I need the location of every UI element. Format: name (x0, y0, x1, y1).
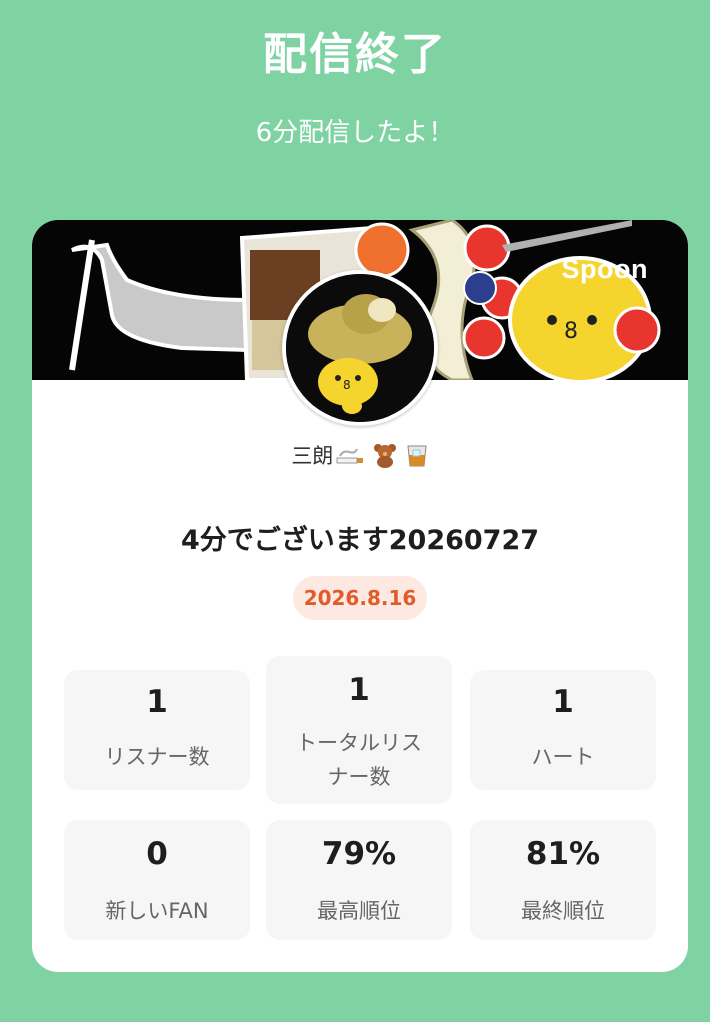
stat-label: 最終順位 (521, 899, 605, 923)
stat-value: 0 (146, 836, 168, 872)
whiskey-glass-icon (407, 445, 427, 466)
stat-new-fans: 0 新しいFAN (64, 820, 250, 940)
live-summary-card: 8 Spoon 8 三朗 4分でございます20260727 2026.8.16 … (32, 220, 688, 972)
dj-name: 三朗 (32, 440, 688, 473)
stat-value: 1 (552, 684, 574, 720)
page-title: 配信終了 (263, 29, 447, 80)
stat-hearts: 1 ハート (470, 670, 656, 790)
stat-label: 新しいFAN (105, 899, 209, 923)
cigarette-icon (336, 448, 364, 463)
stat-label: トータルリス ナー数 (296, 731, 422, 789)
avatar-image: 8 (286, 274, 434, 422)
live-title: 4分でございます20260727 (180, 525, 540, 556)
stat-value: 79% (321, 836, 397, 872)
stat-value: 81% (525, 836, 601, 872)
teddy-bear-icon (374, 443, 396, 468)
dj-name-text: 三朗 (291, 444, 334, 468)
stat-listeners: 1 リスナー数 (64, 670, 250, 790)
spoon-logo: Spoon (561, 254, 648, 284)
live-end-screen: 配信終了 6分配信したよ！ 8 Spoon 8 三朗 4分でございます20260… (0, 0, 710, 1022)
date-badge: 2026.8.16 (293, 576, 427, 620)
stat-label: リスナー数 (104, 745, 210, 769)
stat-label: 最高順位 (317, 899, 401, 923)
stat-label: ハート (531, 745, 595, 769)
avatar[interactable]: 8 (282, 270, 438, 426)
stat-final-rank: 81% 最終順位 (470, 820, 656, 940)
stat-value: 1 (348, 672, 370, 708)
duration-subtitle: 6分配信したよ！ (255, 118, 455, 148)
svg-text:8: 8 (564, 319, 578, 344)
stat-value: 1 (146, 684, 168, 720)
svg-text:8: 8 (343, 378, 351, 392)
stat-highest-rank: 79% 最高順位 (266, 820, 452, 940)
stat-total-listeners: 1 トータルリス ナー数 (266, 656, 452, 804)
